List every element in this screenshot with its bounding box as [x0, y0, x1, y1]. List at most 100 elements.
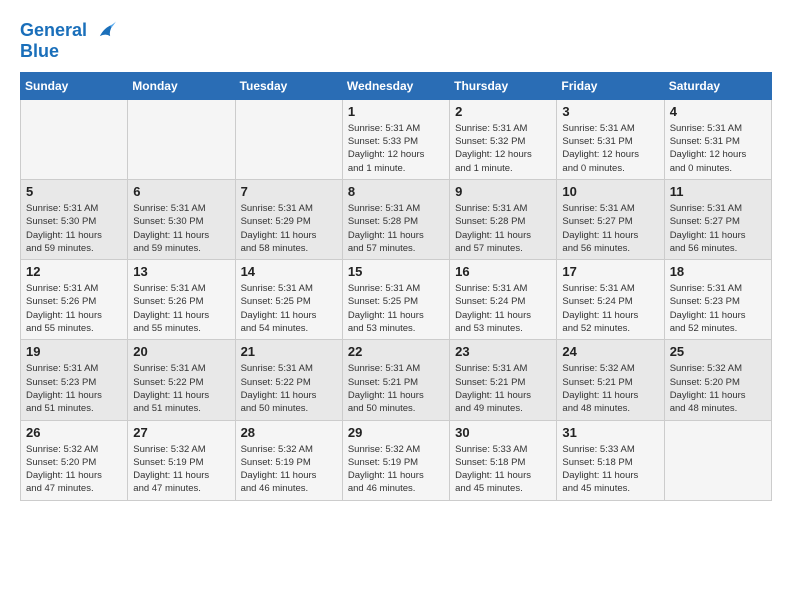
day-info: Sunrise: 5:32 AM Sunset: 5:19 PM Dayligh… [348, 443, 444, 496]
day-number: 3 [562, 104, 658, 119]
day-info: Sunrise: 5:31 AM Sunset: 5:31 PM Dayligh… [562, 122, 658, 175]
day-number: 18 [670, 264, 766, 279]
day-number: 25 [670, 344, 766, 359]
day-info: Sunrise: 5:31 AM Sunset: 5:22 PM Dayligh… [241, 362, 337, 415]
calendar-week-row: 26 Sunrise: 5:32 AM Sunset: 5:20 PM Dayli… [21, 420, 772, 500]
day-info: Sunrise: 5:31 AM Sunset: 5:26 PM Dayligh… [133, 282, 229, 335]
calendar-cell: 2 Sunrise: 5:31 AM Sunset: 5:32 PM Daylig… [450, 99, 557, 179]
day-info: Sunrise: 5:32 AM Sunset: 5:20 PM Dayligh… [670, 362, 766, 415]
day-info: Sunrise: 5:32 AM Sunset: 5:21 PM Dayligh… [562, 362, 658, 415]
day-info: Sunrise: 5:31 AM Sunset: 5:28 PM Dayligh… [348, 202, 444, 255]
day-number: 7 [241, 184, 337, 199]
day-info: Sunrise: 5:31 AM Sunset: 5:22 PM Dayligh… [133, 362, 229, 415]
weekday-header-sunday: Sunday [21, 72, 128, 99]
day-info: Sunrise: 5:31 AM Sunset: 5:25 PM Dayligh… [241, 282, 337, 335]
day-info: Sunrise: 5:32 AM Sunset: 5:19 PM Dayligh… [241, 443, 337, 496]
day-info: Sunrise: 5:31 AM Sunset: 5:28 PM Dayligh… [455, 202, 551, 255]
day-number: 12 [26, 264, 122, 279]
calendar-cell [128, 99, 235, 179]
weekday-header-row: SundayMondayTuesdayWednesdayThursdayFrid… [21, 72, 772, 99]
calendar-week-row: 19Sunrise: 5:31 AM Sunset: 5:23 PM Dayli… [21, 340, 772, 420]
weekday-header-friday: Friday [557, 72, 664, 99]
day-number: 13 [133, 264, 229, 279]
day-info: Sunrise: 5:31 AM Sunset: 5:33 PM Dayligh… [348, 122, 444, 175]
calendar-week-row: 12 Sunrise: 5:31 AM Sunset: 5:26 PM Dayli… [21, 260, 772, 340]
calendar-cell: 18 Sunrise: 5:31 AM Sunset: 5:23 PM Dayli… [664, 260, 771, 340]
day-number: 30 [455, 425, 551, 440]
calendar-cell: 16 Sunrise: 5:31 AM Sunset: 5:24 PM Dayli… [450, 260, 557, 340]
day-number: 4 [670, 104, 766, 119]
day-number: 6 [133, 184, 229, 199]
weekday-header-saturday: Saturday [664, 72, 771, 99]
day-number: 11 [670, 184, 766, 199]
day-number: 27 [133, 425, 229, 440]
calendar-cell: 10 Sunrise: 5:31 AM Sunset: 5:27 PM Dayli… [557, 179, 664, 259]
day-number: 15 [348, 264, 444, 279]
day-number: 24 [562, 344, 658, 359]
day-number: 28 [241, 425, 337, 440]
day-number: 31 [562, 425, 658, 440]
calendar-cell: 25 Sunrise: 5:32 AM Sunset: 5:20 PM Dayli… [664, 340, 771, 420]
calendar-cell: 9Sunrise: 5:31 AM Sunset: 5:28 PM Daylig… [450, 179, 557, 259]
day-number: 17 [562, 264, 658, 279]
day-info: Sunrise: 5:32 AM Sunset: 5:20 PM Dayligh… [26, 443, 122, 496]
day-info: Sunrise: 5:31 AM Sunset: 5:27 PM Dayligh… [670, 202, 766, 255]
calendar-cell: 27 Sunrise: 5:32 AM Sunset: 5:19 PM Dayli… [128, 420, 235, 500]
logo-blue: Blue [20, 42, 116, 62]
calendar-cell: 14 Sunrise: 5:31 AM Sunset: 5:25 PM Dayli… [235, 260, 342, 340]
day-number: 22 [348, 344, 444, 359]
calendar-table: SundayMondayTuesdayWednesdayThursdayFrid… [20, 72, 772, 501]
calendar-cell: 4Sunrise: 5:31 AM Sunset: 5:31 PM Daylig… [664, 99, 771, 179]
calendar-cell: 12 Sunrise: 5:31 AM Sunset: 5:26 PM Dayli… [21, 260, 128, 340]
weekday-header-tuesday: Tuesday [235, 72, 342, 99]
day-info: Sunrise: 5:31 AM Sunset: 5:26 PM Dayligh… [26, 282, 122, 335]
day-info: Sunrise: 5:33 AM Sunset: 5:18 PM Dayligh… [455, 443, 551, 496]
calendar-week-row: 1 Sunrise: 5:31 AM Sunset: 5:33 PM Daylig… [21, 99, 772, 179]
day-number: 10 [562, 184, 658, 199]
calendar-cell: 11 Sunrise: 5:31 AM Sunset: 5:27 PM Dayli… [664, 179, 771, 259]
day-info: Sunrise: 5:31 AM Sunset: 5:30 PM Dayligh… [133, 202, 229, 255]
day-number: 19 [26, 344, 122, 359]
calendar-cell: 28 Sunrise: 5:32 AM Sunset: 5:19 PM Dayli… [235, 420, 342, 500]
calendar-cell [21, 99, 128, 179]
page-header: General Blue [20, 20, 772, 62]
day-number: 26 [26, 425, 122, 440]
calendar-cell: 13 Sunrise: 5:31 AM Sunset: 5:26 PM Dayli… [128, 260, 235, 340]
calendar-cell: 1 Sunrise: 5:31 AM Sunset: 5:33 PM Daylig… [342, 99, 449, 179]
day-info: Sunrise: 5:31 AM Sunset: 5:32 PM Dayligh… [455, 122, 551, 175]
day-info: Sunrise: 5:33 AM Sunset: 5:18 PM Dayligh… [562, 443, 658, 496]
day-info: Sunrise: 5:31 AM Sunset: 5:24 PM Dayligh… [455, 282, 551, 335]
weekday-header-monday: Monday [128, 72, 235, 99]
weekday-header-thursday: Thursday [450, 72, 557, 99]
day-number: 29 [348, 425, 444, 440]
logo: General Blue [20, 20, 116, 62]
calendar-cell: 24 Sunrise: 5:32 AM Sunset: 5:21 PM Dayli… [557, 340, 664, 420]
calendar-cell: 15 Sunrise: 5:31 AM Sunset: 5:25 PM Dayli… [342, 260, 449, 340]
calendar-cell: 21 Sunrise: 5:31 AM Sunset: 5:22 PM Dayli… [235, 340, 342, 420]
day-info: Sunrise: 5:31 AM Sunset: 5:30 PM Dayligh… [26, 202, 122, 255]
day-info: Sunrise: 5:31 AM Sunset: 5:21 PM Dayligh… [348, 362, 444, 415]
calendar-cell: 26 Sunrise: 5:32 AM Sunset: 5:20 PM Dayli… [21, 420, 128, 500]
day-info: Sunrise: 5:31 AM Sunset: 5:25 PM Dayligh… [348, 282, 444, 335]
day-info: Sunrise: 5:32 AM Sunset: 5:19 PM Dayligh… [133, 443, 229, 496]
day-info: Sunrise: 5:31 AM Sunset: 5:27 PM Dayligh… [562, 202, 658, 255]
day-number: 14 [241, 264, 337, 279]
day-number: 2 [455, 104, 551, 119]
day-info: Sunrise: 5:31 AM Sunset: 5:29 PM Dayligh… [241, 202, 337, 255]
logo-general: General [20, 20, 87, 40]
calendar-cell: 5Sunrise: 5:31 AM Sunset: 5:30 PM Daylig… [21, 179, 128, 259]
calendar-cell: 8 Sunrise: 5:31 AM Sunset: 5:28 PM Daylig… [342, 179, 449, 259]
day-number: 16 [455, 264, 551, 279]
calendar-cell: 31 Sunrise: 5:33 AM Sunset: 5:18 PM Dayli… [557, 420, 664, 500]
day-number: 21 [241, 344, 337, 359]
logo-bird-icon [94, 20, 116, 42]
day-number: 8 [348, 184, 444, 199]
calendar-cell [664, 420, 771, 500]
calendar-cell: 22 Sunrise: 5:31 AM Sunset: 5:21 PM Dayli… [342, 340, 449, 420]
calendar-cell: 30 Sunrise: 5:33 AM Sunset: 5:18 PM Dayli… [450, 420, 557, 500]
calendar-cell: 23Sunrise: 5:31 AM Sunset: 5:21 PM Dayli… [450, 340, 557, 420]
day-info: Sunrise: 5:31 AM Sunset: 5:23 PM Dayligh… [670, 282, 766, 335]
day-number: 23 [455, 344, 551, 359]
calendar-week-row: 5Sunrise: 5:31 AM Sunset: 5:30 PM Daylig… [21, 179, 772, 259]
day-number: 1 [348, 104, 444, 119]
